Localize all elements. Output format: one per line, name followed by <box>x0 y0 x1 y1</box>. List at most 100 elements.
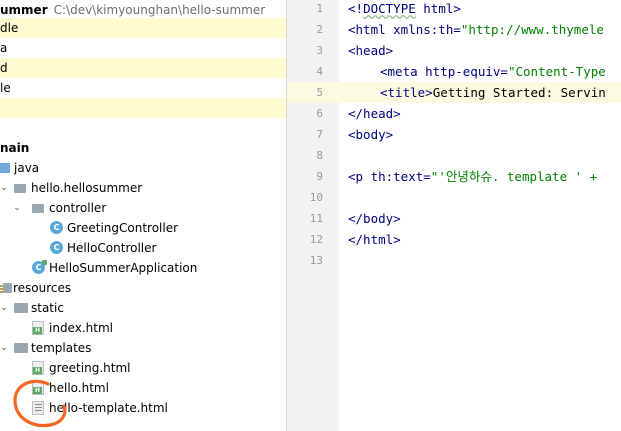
code-token: <! <box>348 1 364 16</box>
line-number: 10 <box>309 191 323 204</box>
project-root-label: ummer C:\dev\kimyounghan\hello-summer <box>0 3 266 17</box>
project-tool-window: ummer C:\dev\kimyounghan\hello-summer dle… <box>0 0 286 431</box>
line-number: 13 <box>309 254 323 267</box>
tree-row-label: a <box>0 41 8 55</box>
code-token: <body> <box>348 127 394 142</box>
code-line-7[interactable]: <body> <box>339 124 621 145</box>
code-line-1[interactable]: <!DOCTYPE html> <box>339 0 621 19</box>
tree-row-file[interactable]: le <box>0 78 286 98</box>
java-class-icon: C <box>50 221 63 234</box>
tree-row-main[interactable]: nain <box>0 138 286 158</box>
code-token: DOCTYPE <box>363 1 416 16</box>
code-token: = <box>453 22 461 37</box>
folder-icon <box>14 303 28 313</box>
tree-row-controller[interactable]: ⌄ controller <box>0 198 286 218</box>
line-number: 2 <box>316 23 323 36</box>
project-root-path: C:\dev\kimyounghan\hello-summer <box>53 3 266 17</box>
java-class-icon: C <box>50 241 63 254</box>
package-icon <box>32 204 44 213</box>
tree-row-hello-controller[interactable]: C HelloController <box>0 238 286 258</box>
code-token: "Content-Type <box>507 64 606 79</box>
tree-row-label: dle <box>0 21 19 35</box>
code-token: <title> <box>380 85 433 100</box>
code-token: <p <box>348 169 371 184</box>
hello-controller-label: HelloController <box>67 241 157 255</box>
code-line-10[interactable] <box>339 187 621 208</box>
greeting-html-label: greeting.html <box>49 361 131 375</box>
templates-folder-label: templates <box>31 341 92 355</box>
chevron-down-icon[interactable]: ⌄ <box>0 178 9 198</box>
tree-row-build[interactable]: d <box>0 58 286 78</box>
code-token: html> <box>415 1 461 16</box>
code-token: </body> <box>348 211 401 226</box>
line-number: 3 <box>316 44 323 57</box>
tree-row-templates[interactable]: ⌄ templates <box>0 338 286 358</box>
source-folder-icon <box>0 163 10 173</box>
line-number: 9 <box>316 170 323 183</box>
code-line-3[interactable]: <head> <box>339 40 621 61</box>
code-token: = <box>500 64 508 79</box>
tree-row-label: le <box>0 81 11 95</box>
line-number: 1 <box>316 2 323 15</box>
code-token: http-equiv <box>425 64 501 79</box>
code-line-5[interactable]: <title>Getting Started: Servin <box>339 82 621 103</box>
package-label: hello.hellosummer <box>31 181 143 195</box>
code-line-9[interactable]: <p th:text="'안녕하슈. template ' + <box>339 166 621 187</box>
index-html-label: index.html <box>49 321 113 335</box>
code-token: </html> <box>348 232 401 247</box>
code-line-13[interactable] <box>339 250 621 271</box>
controller-package-label: controller <box>49 201 107 215</box>
line-number: 7 <box>316 128 323 141</box>
tree-row-resources[interactable]: resources <box>0 278 286 298</box>
code-line-12[interactable]: </html> <box>339 229 621 250</box>
line-number: 6 <box>316 107 323 120</box>
line-number: 12 <box>309 233 323 246</box>
tree-row-app-class[interactable]: C HelloSummerApplication <box>0 258 286 278</box>
tree-row-label: d <box>0 61 8 75</box>
tree-row-greeting-controller[interactable]: C GreetingController <box>0 218 286 238</box>
code-token: <html <box>348 22 394 37</box>
tree-row-static[interactable]: ⌄ static <box>0 298 286 318</box>
code-editor[interactable]: <!DOCTYPE html> <html xmlns:th="http://w… <box>339 0 621 431</box>
static-folder-label: static <box>31 301 64 315</box>
tree-row-idea[interactable]: dle <box>0 18 286 38</box>
code-token: "http://www.thymele <box>460 22 604 37</box>
tree-row-gradle[interactable]: a <box>0 38 286 58</box>
greeting-controller-label: GreetingController <box>67 221 179 235</box>
chevron-down-icon[interactable]: ⌄ <box>0 338 9 358</box>
code-token: xmlns:th <box>393 22 454 37</box>
line-number: 11 <box>309 212 323 225</box>
code-line-6[interactable]: </head> <box>339 103 621 124</box>
folder-icon <box>14 343 28 353</box>
tree-row-greeting-html[interactable]: greeting.html <box>0 358 286 378</box>
tree-row-empty[interactable] <box>0 98 286 118</box>
code-token: th:text <box>370 169 424 184</box>
line-number: 8 <box>316 149 323 162</box>
tree-row-index-html[interactable]: index.html <box>0 318 286 338</box>
package-icon <box>14 184 26 193</box>
line-number: 4 <box>316 65 323 78</box>
java-folder-label: java <box>14 161 40 175</box>
tree-row-java[interactable]: java <box>0 158 286 178</box>
code-token: </head> <box>348 106 401 121</box>
code-line-4[interactable]: <meta http-equiv="Content-Type <box>339 61 621 82</box>
editor-gutter: 1 2 3 4 5 6 7 8 9 10 11 12 13 <box>287 0 339 431</box>
resources-folder-icon-body <box>3 283 12 293</box>
project-root-row[interactable]: ummer C:\dev\kimyounghan\hello-summer <box>0 0 286 20</box>
line-number-active: 5 <box>287 82 339 103</box>
html-file-icon <box>32 361 44 375</box>
code-token: "'안녕하슈. template ' + <box>430 169 598 184</box>
chevron-down-icon[interactable]: ⌄ <box>12 198 22 218</box>
tree-row-package[interactable]: ⌄ hello.hellosummer <box>0 178 286 198</box>
spring-app-class-icon: C <box>32 260 47 274</box>
code-line-11[interactable]: </body> <box>339 208 621 229</box>
resources-folder-label: resources <box>13 281 72 295</box>
app-class-label: HelloSummerApplication <box>49 261 198 275</box>
code-token: <meta <box>380 64 426 79</box>
main-folder-label: nain <box>0 141 30 155</box>
html-file-icon <box>32 321 44 335</box>
code-token: = <box>423 169 431 184</box>
code-line-8[interactable] <box>339 145 621 166</box>
code-line-2[interactable]: <html xmlns:th="http://www.thymele <box>339 19 621 40</box>
chevron-down-icon[interactable]: ⌄ <box>0 298 9 318</box>
